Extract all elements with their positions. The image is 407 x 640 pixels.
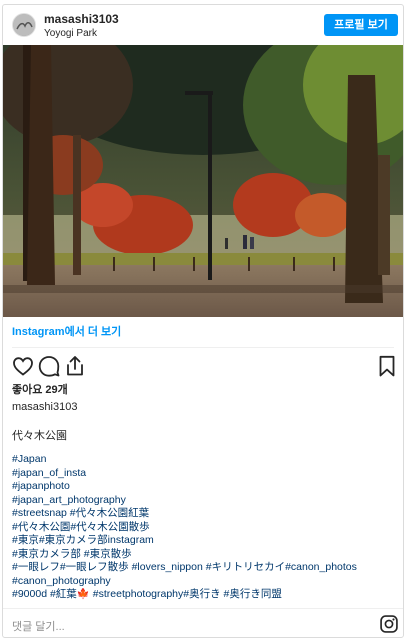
- view-profile-button[interactable]: 프로필 보기: [324, 14, 398, 36]
- avatar[interactable]: [12, 13, 36, 37]
- comment-input[interactable]: 댓글 달기...: [12, 618, 65, 634]
- location[interactable]: Yoyogi Park: [44, 28, 97, 39]
- view-more-link[interactable]: Instagram에서 더 보기: [12, 323, 121, 339]
- comment-bar: 댓글 달기...: [3, 608, 403, 637]
- hashtag-line[interactable]: #japan_art_photography: [12, 494, 397, 508]
- hashtag-line[interactable]: #canon_photography: [12, 575, 397, 589]
- bookmark-icon[interactable]: [375, 354, 399, 378]
- hashtag-line[interactable]: #japanphoto: [12, 480, 397, 494]
- instagram-embed-card: masashi3103 Yoyogi Park 프로필 보기 Instagram…: [2, 4, 404, 638]
- comment-icon[interactable]: [37, 354, 61, 378]
- action-bar: [3, 354, 403, 380]
- likes-count[interactable]: 좋아요 29개: [12, 381, 68, 397]
- caption-username[interactable]: masashi3103: [12, 401, 77, 413]
- divider: [12, 347, 394, 348]
- hashtag-line[interactable]: #streetsnap #代々木公園紅葉: [12, 507, 397, 521]
- hashtag-line[interactable]: #東京カメラ部 #東京散歩: [12, 548, 397, 562]
- post-photo[interactable]: [3, 45, 403, 317]
- park-photo-image: [3, 45, 403, 317]
- instagram-icon[interactable]: [379, 614, 399, 634]
- avatar-image: [13, 14, 35, 36]
- hashtag-line[interactable]: #9000d #紅葉🍁 #streetphotography#奥行き #奥行き同…: [12, 588, 397, 602]
- caption-text: 代々木公園: [12, 430, 67, 442]
- post-header: masashi3103 Yoyogi Park 프로필 보기: [3, 5, 403, 45]
- hashtag-line[interactable]: #一眼レフ#一眼レフ散歩 #lovers_nippon #キリトリセカイ#can…: [12, 561, 397, 575]
- hashtag-line[interactable]: #japan_of_insta: [12, 467, 397, 481]
- username[interactable]: masashi3103: [44, 12, 119, 26]
- heart-icon[interactable]: [11, 354, 35, 378]
- hashtag-line[interactable]: #東京#東京カメラ部instagram: [12, 534, 397, 548]
- share-icon[interactable]: [63, 354, 87, 378]
- hashtag-list: #Japan #japan_of_insta #japanphoto #japa…: [12, 453, 397, 602]
- hashtag-line[interactable]: #Japan: [12, 453, 397, 467]
- hashtag-line[interactable]: #代々木公園#代々木公園散歩: [12, 521, 397, 535]
